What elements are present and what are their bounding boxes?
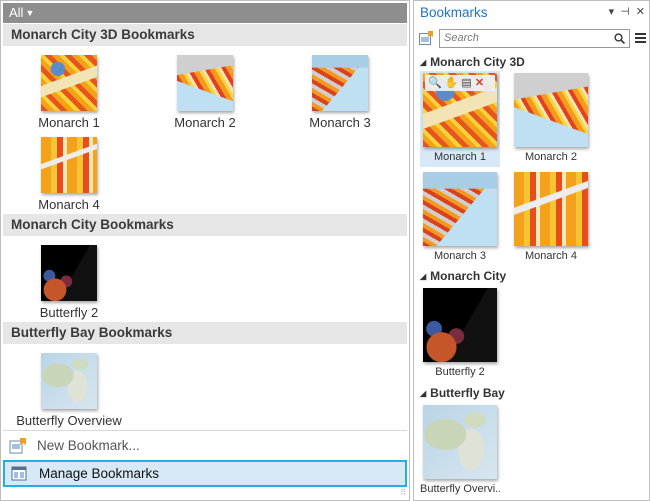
pane-bookmark[interactable]: Monarch 4 — [511, 172, 591, 262]
new-bookmark-label: New Bookmark... — [37, 438, 140, 453]
zoom-to-icon[interactable]: 🔍 — [428, 77, 445, 89]
collapse-triangle-icon: ◢ — [420, 389, 427, 398]
bookmark-label: Butterfly 2 — [39, 305, 99, 320]
bookmark-thumbnail — [41, 245, 97, 301]
search-input[interactable]: Search — [439, 29, 630, 48]
menu-icon[interactable] — [635, 32, 646, 44]
bookmark-label: Monarch 4 — [525, 250, 577, 262]
chevron-down-icon: ▼ — [25, 8, 35, 18]
bookmarks-gallery: All ▼ Monarch City 3D Bookmarks Monarch 1… — [0, 0, 410, 501]
filter-label: All — [9, 5, 24, 20]
bookmarks-screenshot: All ▼ Monarch City 3D Bookmarks Monarch 1… — [0, 0, 650, 501]
bookmark-thumbnail: 🔍✋▤✕ — [423, 73, 497, 147]
bookmark-label: Butterfly Overvi... — [420, 483, 500, 495]
bookmark-label: Butterfly 2 — [435, 366, 485, 378]
pane-bookmark[interactable]: Monarch 3 — [420, 172, 500, 262]
bookmark-label: Butterfly Overview — [16, 413, 122, 428]
pane-toolbar: Search — [418, 29, 646, 49]
gallery-bookmark[interactable]: Monarch 2 — [145, 55, 265, 130]
bookmark-thumbnail — [177, 55, 233, 111]
new-bookmark-icon — [9, 438, 26, 454]
pane-group-title: Monarch City 3D — [430, 55, 525, 69]
bookmark-thumbnail — [41, 137, 97, 193]
pin-icon[interactable]: ⊣ — [620, 6, 630, 18]
group-header-monarch-city: Monarch City Bookmarks — [3, 214, 407, 236]
search-icon[interactable] — [614, 33, 625, 44]
group-header-butterfly-bay: Butterfly Bay Bookmarks — [3, 322, 407, 344]
gallery-bookmark[interactable]: Monarch 4 — [9, 137, 129, 212]
pane-title: Bookmarks — [420, 5, 488, 20]
gallery-bookmark[interactable]: Monarch 1 — [9, 55, 129, 130]
manage-bookmarks-label: Manage Bookmarks — [39, 466, 160, 481]
filter-dropdown[interactable]: All ▼ — [3, 3, 407, 23]
pane-bookmark[interactable]: Butterfly 2 — [420, 288, 500, 378]
delete-icon[interactable]: ✕ — [475, 77, 487, 89]
collapse-triangle-icon: ◢ — [420, 58, 427, 67]
bookmark-label: Monarch 4 — [38, 197, 100, 212]
bookmark-label: Monarch 3 — [309, 115, 371, 130]
pane-options-icon[interactable]: ▾ — [609, 6, 615, 18]
pane-bookmark[interactable]: Butterfly Overvi... — [420, 405, 500, 495]
search-placeholder: Search — [444, 32, 479, 44]
thumbnail-toolbar: 🔍✋▤✕ — [425, 75, 495, 91]
add-bookmark-icon[interactable] — [419, 31, 434, 45]
gallery-bookmark[interactable]: Monarch 3 — [280, 55, 400, 130]
collapse-triangle-icon: ◢ — [420, 272, 427, 281]
resize-grip-icon[interactable]: ⠿ — [400, 488, 406, 497]
pane-group-title: Butterfly Bay — [430, 386, 505, 400]
bookmark-thumbnail — [514, 172, 588, 246]
bookmark-thumbnail — [423, 172, 497, 246]
pane-group-monarch-3d[interactable]: ◢ Monarch City 3D — [420, 55, 525, 69]
gallery-bookmark[interactable]: Butterfly 2 — [9, 245, 129, 320]
pane-controls: ▾ ⊣ ✕ — [603, 5, 645, 18]
bookmark-thumbnail — [423, 405, 497, 479]
bookmark-thumbnail — [423, 288, 497, 362]
manage-bookmarks-button[interactable]: Manage Bookmarks — [3, 460, 407, 487]
bookmark-thumbnail — [312, 55, 368, 111]
update-icon[interactable]: ▤ — [461, 77, 474, 89]
pane-bookmark-selected[interactable]: 🔍✋▤✕ Monarch 1 — [420, 71, 500, 167]
bookmark-label: Monarch 2 — [174, 115, 236, 130]
manage-bookmarks-icon — [11, 466, 27, 481]
bookmark-label: Monarch 1 — [434, 151, 486, 163]
bookmark-label: Monarch 3 — [434, 250, 486, 262]
gallery-bookmark[interactable]: Butterfly Overview — [9, 353, 129, 428]
bookmark-thumbnail — [514, 73, 588, 147]
close-icon[interactable]: ✕ — [636, 6, 645, 18]
bookmarks-pane: Bookmarks ▾ ⊣ ✕ Search ◢ Monarch City 3D… — [413, 0, 650, 501]
pane-group-monarch-city[interactable]: ◢ Monarch City — [420, 269, 506, 283]
bookmark-thumbnail — [41, 353, 97, 409]
pane-group-title: Monarch City — [430, 269, 507, 283]
bookmark-thumbnail — [41, 55, 97, 111]
bookmark-label: Monarch 2 — [525, 151, 577, 163]
pan-to-icon[interactable]: ✋ — [445, 77, 462, 89]
divider — [3, 430, 407, 431]
pane-bookmark[interactable]: Monarch 2 — [511, 73, 591, 163]
group-header-monarch-3d: Monarch City 3D Bookmarks — [3, 24, 407, 46]
new-bookmark-button[interactable]: New Bookmark... — [3, 435, 407, 457]
pane-group-butterfly-bay[interactable]: ◢ Butterfly Bay — [420, 386, 505, 400]
bookmark-label: Monarch 1 — [38, 115, 100, 130]
